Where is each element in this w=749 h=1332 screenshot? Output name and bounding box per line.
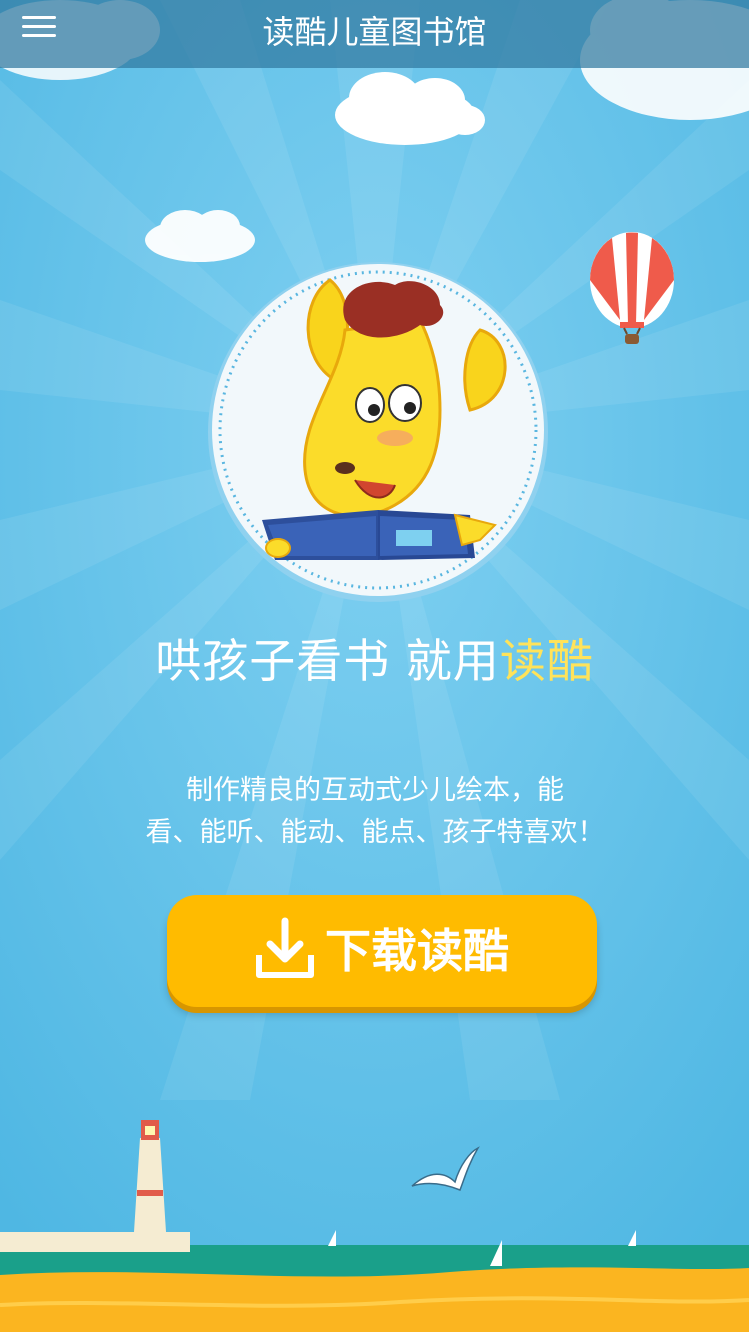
- download-button[interactable]: 下载读酷: [167, 895, 597, 1007]
- page-title: 读酷儿童图书馆: [262, 13, 487, 51]
- description-line-1: 制作精良的互动式少儿绘本，能: [186, 775, 564, 806]
- slogan-text: 哄孩子看书 就用: [155, 634, 500, 688]
- slogan-brand: 读酷: [499, 634, 594, 688]
- mascot-illustration: [208, 262, 548, 602]
- app-description: 制作精良的互动式少儿绘本，能 看、能听、能动、能点、孩子特喜欢！: [120, 770, 630, 854]
- slogan: 哄孩子看书 就用读酷: [0, 630, 749, 692]
- description-line-2: 看、能听、能动、能点、孩子特喜欢！: [145, 817, 605, 848]
- download-icon: [256, 917, 314, 978]
- app-header: 读酷儿童图书馆: [0, 0, 749, 68]
- download-button-label: 下载读酷: [325, 924, 509, 978]
